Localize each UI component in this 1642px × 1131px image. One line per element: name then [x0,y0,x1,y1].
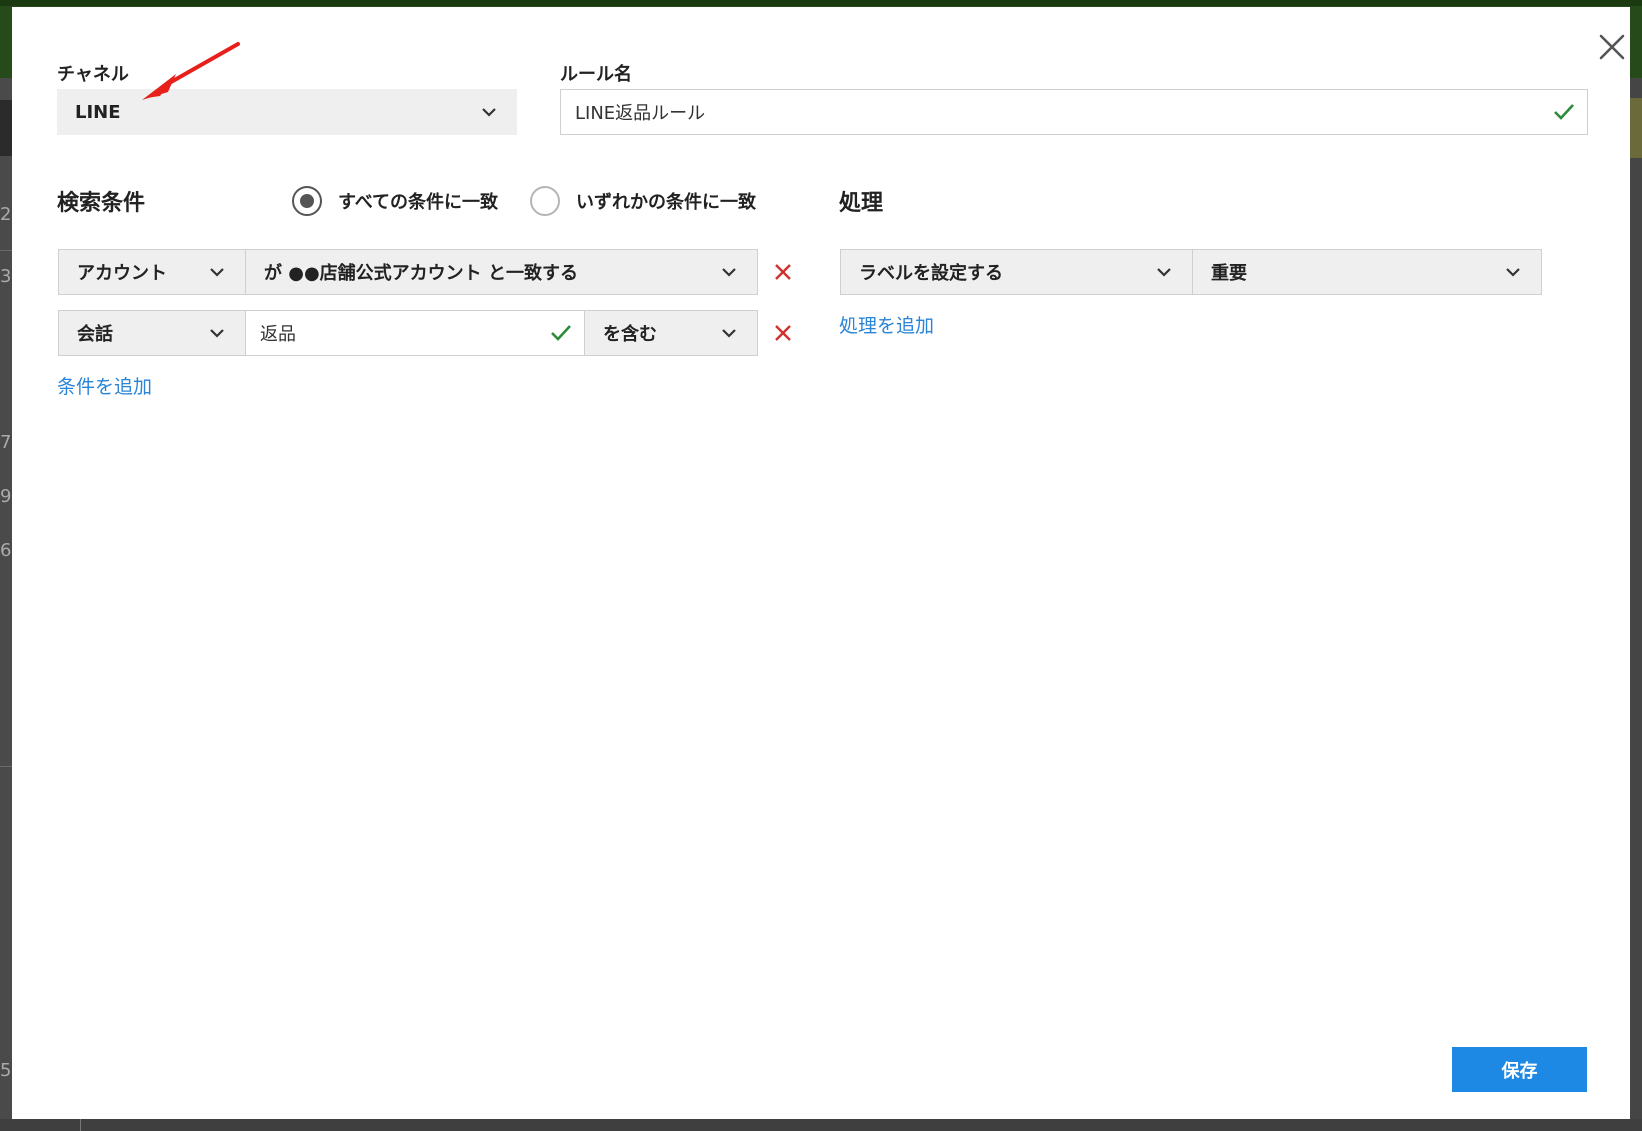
remove-condition-button[interactable] [768,257,798,287]
chevron-down-icon [1485,267,1541,277]
remove-x-icon [775,325,791,341]
remove-condition-button[interactable] [768,318,798,348]
save-button[interactable]: 保存 [1452,1047,1587,1092]
action-value-value: 重要 [1211,263,1247,284]
annotation-arrow-icon [142,42,240,100]
condition-field-select[interactable]: アカウント [58,249,246,295]
match-any-radio[interactable]: いずれかの条件に一致 [530,186,756,216]
check-icon [1541,103,1587,121]
close-button[interactable] [1586,25,1638,69]
chevron-down-icon [1136,267,1192,277]
condition-field-select[interactable]: 会話 [58,310,246,356]
condition-operator-value: を含む [603,324,657,345]
chevron-down-icon [461,107,517,117]
background-row-divider [0,250,12,251]
match-all-label: すべての条件に一致 [338,192,499,213]
channel-label: チャネル [57,64,129,85]
remove-x-icon [775,264,791,280]
condition-value-input[interactable] [246,311,538,355]
background-row-number: 6 [0,540,12,561]
radio-unchecked-indicator [530,186,560,216]
check-icon [538,324,584,342]
conditions-section-title: 検索条件 [57,191,146,216]
condition-operator-value: が ●●店舗公式アカウント と一致する [264,263,578,284]
chevron-down-icon [701,267,757,277]
background-row-number: 7 [0,432,12,453]
add-action-link[interactable]: 処理を追加 [839,311,934,338]
condition-operator-select[interactable]: が ●●店舗公式アカウント と一致する [245,249,758,295]
background-row-number: 27 [0,204,12,225]
chevron-down-icon [189,328,245,338]
condition-operator-select[interactable]: を含む [584,310,758,356]
background-row-number: 32 [0,266,12,287]
background-footer [0,1119,1642,1131]
condition-field-value: アカウント [77,263,167,284]
background-right-panel [1630,78,1642,1131]
background-row-number: 9 [0,486,12,507]
chevron-down-icon [701,328,757,338]
channel-select-value: LINE [75,101,121,123]
rule-name-label: ルール名 [560,64,632,85]
channel-select[interactable]: LINE [57,89,517,135]
condition-field-value: 会話 [77,324,113,345]
action-type-value: ラベルを設定する [859,263,1003,284]
background-row-divider [0,766,12,767]
add-condition-link[interactable]: 条件を追加 [57,372,152,399]
action-value-select[interactable]: 重要 [1192,249,1542,295]
match-any-label: いずれかの条件に一致 [576,192,756,213]
action-type-select[interactable]: ラベルを設定する [840,249,1193,295]
chevron-down-icon [189,267,245,277]
rule-edit-dialog: チャネル LINE ルール名 検索条件 すべての条件に一致 いずれかの条件に一致… [12,7,1630,1119]
background-row-number: 5 [0,1060,12,1081]
condition-value-field[interactable] [245,310,585,356]
background-sidebar-tab [0,100,12,156]
match-all-radio[interactable]: すべての条件に一致 [292,186,498,216]
rule-name-input[interactable] [561,90,1541,134]
rule-name-field[interactable] [560,89,1588,135]
actions-section-title: 処理 [839,191,884,216]
radio-checked-indicator [292,186,322,216]
close-icon [1599,34,1625,60]
